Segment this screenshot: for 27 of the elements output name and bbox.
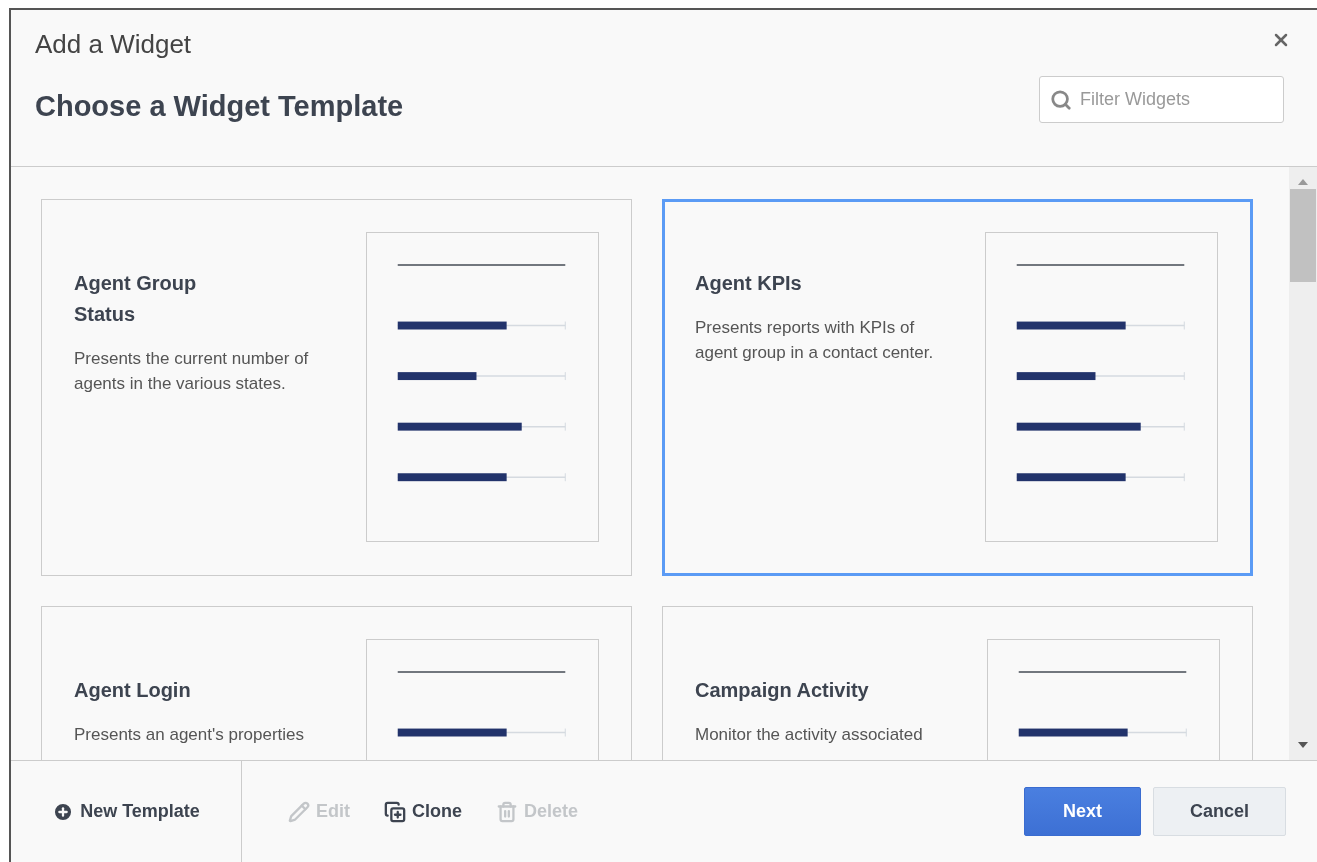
filter-input[interactable]: Filter Widgets xyxy=(1080,84,1273,115)
card-title: Campaign Activity xyxy=(695,678,870,703)
card-description: Monitor the activity associated xyxy=(695,724,924,746)
copy-plus-icon xyxy=(384,800,406,823)
cancel-button[interactable]: Cancel xyxy=(1153,787,1286,836)
widget-template-card[interactable]: Agent Login Presents an agent's properties xyxy=(41,606,632,760)
pencil-icon xyxy=(288,800,310,823)
card-title: Agent Group Status xyxy=(74,271,198,327)
trash-icon xyxy=(496,800,518,823)
widget-template-card[interactable]: Agent Group Status Presents the current number of agents in the various states. xyxy=(41,199,632,576)
next-button[interactable]: Next xyxy=(1024,787,1141,836)
card-title: Agent KPIs xyxy=(695,271,803,296)
widget-template-card[interactable]: Campaign Activity Monitor the activity associated xyxy=(662,606,1253,760)
widget-template-card[interactable]: Agent KPIs Presents reports with KPIs of agent group in a contact center. xyxy=(662,199,1253,576)
scroll-down-icon[interactable] xyxy=(1298,742,1308,748)
dialog-heading: Choose a Widget Template xyxy=(35,90,404,123)
search-icon xyxy=(1050,88,1072,111)
scroll-thumb[interactable] xyxy=(1290,189,1316,282)
filter-field[interactable]: Filter Widgets xyxy=(1039,76,1284,123)
card-title: Agent Login xyxy=(74,678,192,703)
card-description: Presents the current number of agents in the various states. xyxy=(74,348,310,395)
new-template-button[interactable]: New Template xyxy=(52,800,200,823)
clone-button[interactable]: Clone xyxy=(384,800,462,823)
dialog-title: Add a Widget xyxy=(35,28,192,60)
card-description: Presents reports with KPIs of agent group in a contact center. xyxy=(695,317,935,364)
scrollbar[interactable] xyxy=(1289,167,1317,760)
card-description: Presents an agent's properties xyxy=(74,724,306,746)
